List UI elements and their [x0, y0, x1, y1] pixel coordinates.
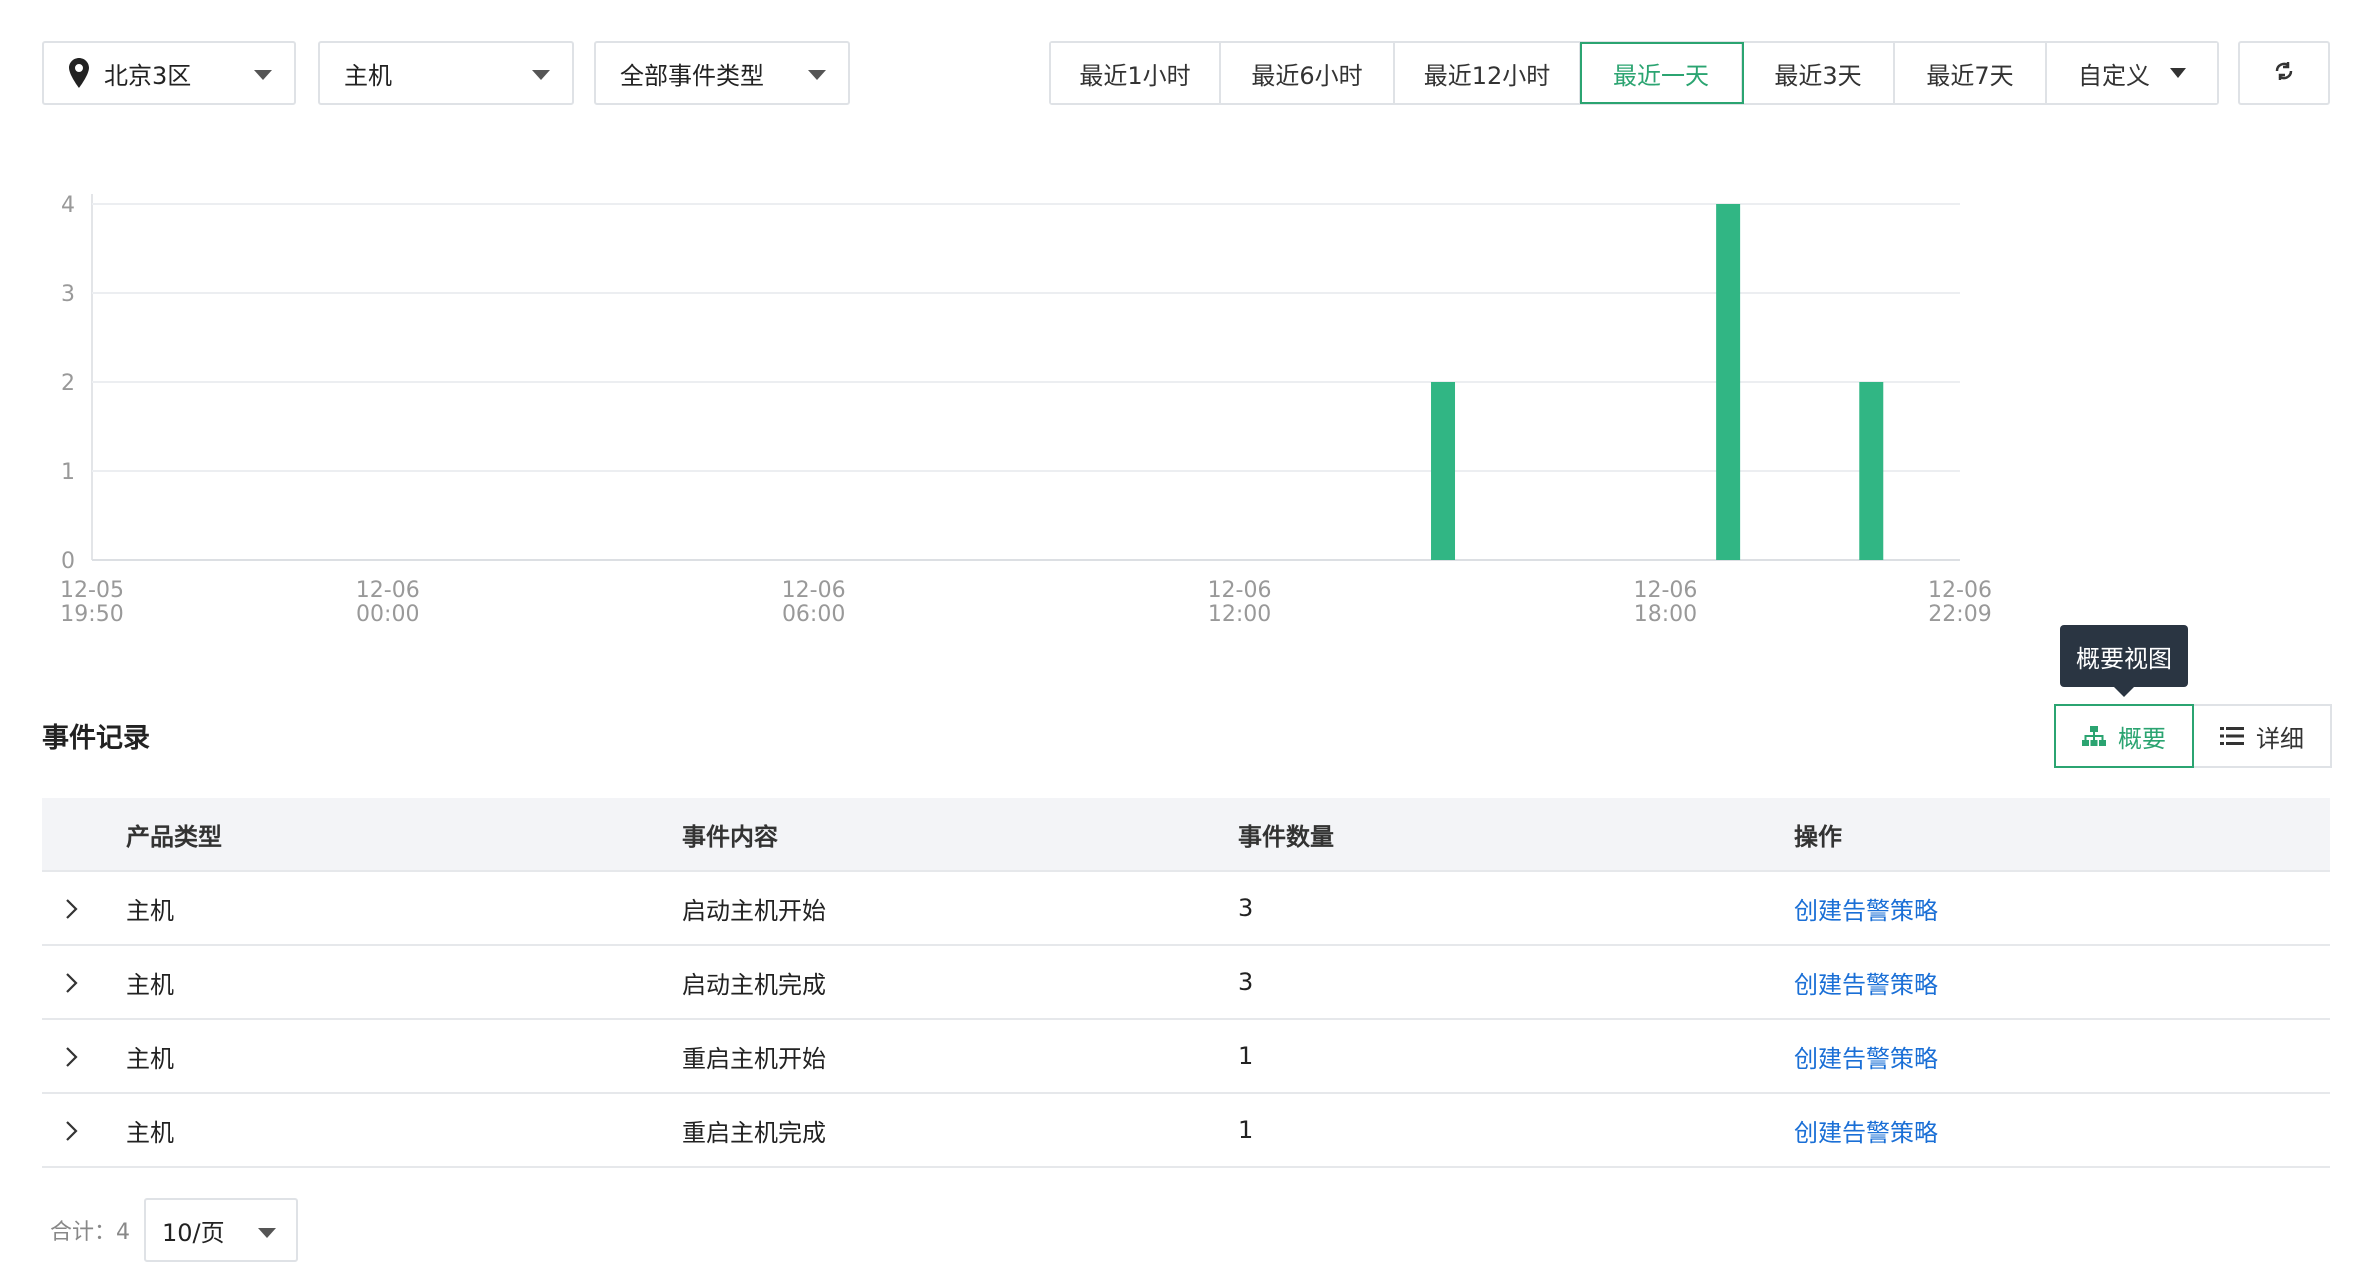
event-type-value: 全部事件类型	[620, 61, 764, 90]
header-action: 操作	[1794, 822, 1842, 851]
x-tick-label: 06:00	[782, 602, 845, 627]
table-header: 产品类型 事件内容 事件数量 操作	[42, 798, 2330, 872]
table-row: 主机 重启主机完成 1 创建告警策略	[42, 1094, 2330, 1168]
y-tick-label: 3	[61, 282, 75, 307]
chevron-right-icon[interactable]	[60, 972, 82, 994]
x-tick-label: 12-06	[356, 578, 420, 603]
event-content-cell: 重启主机完成	[682, 1118, 826, 1147]
product-select[interactable]: 主机	[318, 41, 574, 105]
event-count-cell: 1	[1238, 1116, 1254, 1144]
x-tick-label: 22:09	[1928, 602, 1991, 627]
y-tick-label: 0	[61, 549, 75, 574]
event-content-cell: 启动主机完成	[682, 970, 826, 999]
location-pin-icon	[68, 57, 94, 89]
region-value: 北京3区	[104, 61, 192, 90]
time-range-1h[interactable]: 最近1小时	[1051, 43, 1221, 103]
x-tick-label: 12-05	[60, 578, 124, 603]
x-tick-label: 00:00	[356, 602, 419, 627]
page-size-select[interactable]: 10/页	[144, 1198, 298, 1262]
section-title: 事件记录	[42, 723, 150, 754]
event-table: 产品类型 事件内容 事件数量 操作 主机 启动主机开始 3 创建告警策略 主机 …	[42, 798, 2330, 1168]
product-type-cell: 主机	[126, 970, 174, 999]
chevron-right-icon[interactable]	[60, 1046, 82, 1068]
refresh-button[interactable]	[2238, 41, 2330, 105]
product-value: 主机	[344, 61, 392, 90]
bar[interactable]	[1431, 382, 1456, 560]
tooltip: 概要视图	[2060, 625, 2188, 697]
header-product-type: 产品类型	[126, 822, 222, 851]
refresh-icon	[2273, 60, 2295, 86]
bar[interactable]	[1716, 204, 1741, 560]
pagination-footer: 合计：4 10/页	[50, 1198, 298, 1262]
sitemap-icon	[2082, 725, 2106, 747]
table-row: 主机 启动主机完成 3 创建告警策略	[42, 946, 2330, 1020]
event-count-cell: 3	[1238, 968, 1254, 996]
event-content-cell: 启动主机开始	[682, 896, 826, 925]
event-content-cell: 重启主机开始	[682, 1044, 826, 1073]
x-tick-label: 12-06	[782, 578, 846, 603]
header-event-count: 事件数量	[1238, 822, 1334, 851]
product-type-cell: 主机	[126, 1044, 174, 1073]
region-select[interactable]: 北京3区	[42, 41, 296, 105]
x-tick-label: 12:00	[1208, 602, 1271, 627]
summary-view-button[interactable]: 概要	[2054, 704, 2194, 768]
total-count: 合计：4	[50, 1220, 130, 1245]
chevron-right-icon[interactable]	[60, 1120, 82, 1142]
detail-view-button[interactable]: 详细	[2194, 704, 2332, 768]
chevron-down-icon	[808, 70, 826, 80]
event-bar-chart: 0123412-0519:5012-0600:0012-0606:0012-06…	[60, 193, 1992, 627]
table-row: 主机 重启主机开始 1 创建告警策略	[42, 1020, 2330, 1094]
x-tick-label: 12-06	[1633, 578, 1697, 603]
table-row: 主机 启动主机开始 3 创建告警策略	[42, 872, 2330, 946]
y-tick-label: 1	[61, 460, 75, 485]
product-type-cell: 主机	[126, 1118, 174, 1147]
chevron-down-icon	[532, 70, 550, 80]
chevron-down-icon	[254, 70, 272, 80]
header-event-content: 事件内容	[682, 822, 778, 851]
chevron-right-icon[interactable]	[60, 898, 82, 920]
y-tick-label: 2	[61, 371, 75, 396]
chevron-down-icon	[258, 1228, 276, 1238]
event-count-cell: 1	[1238, 1042, 1254, 1070]
x-tick-label: 12-06	[1208, 578, 1272, 603]
create-alert-policy-link[interactable]: 创建告警策略	[1794, 891, 1938, 926]
bar[interactable]	[1859, 382, 1884, 560]
time-range-12h[interactable]: 最近12小时	[1395, 43, 1581, 103]
time-range-group: 最近1小时 最近6小时 最近12小时 最近一天 最近3天 最近7天 自定义	[1049, 41, 2219, 105]
time-range-3d[interactable]: 最近3天	[1743, 43, 1895, 103]
time-range-custom[interactable]: 自定义	[2047, 43, 2217, 103]
time-range-7d[interactable]: 最近7天	[1895, 43, 2047, 103]
product-type-cell: 主机	[126, 896, 174, 925]
x-tick-label: 12-06	[1928, 578, 1992, 603]
time-range-1d[interactable]: 最近一天	[1580, 42, 1744, 104]
create-alert-policy-link[interactable]: 创建告警策略	[1794, 965, 1938, 1000]
y-tick-label: 4	[61, 193, 75, 218]
list-icon	[2220, 726, 2244, 746]
x-tick-label: 18:00	[1634, 602, 1697, 627]
create-alert-policy-link[interactable]: 创建告警策略	[1794, 1039, 1938, 1074]
view-toggle: 概要 详细	[2054, 704, 2332, 768]
event-count-cell: 3	[1238, 894, 1254, 922]
time-range-6h[interactable]: 最近6小时	[1221, 43, 1395, 103]
event-type-select[interactable]: 全部事件类型	[594, 41, 850, 105]
x-tick-label: 19:50	[60, 602, 123, 627]
create-alert-policy-link[interactable]: 创建告警策略	[1794, 1113, 1938, 1148]
chevron-down-icon	[2170, 68, 2186, 78]
